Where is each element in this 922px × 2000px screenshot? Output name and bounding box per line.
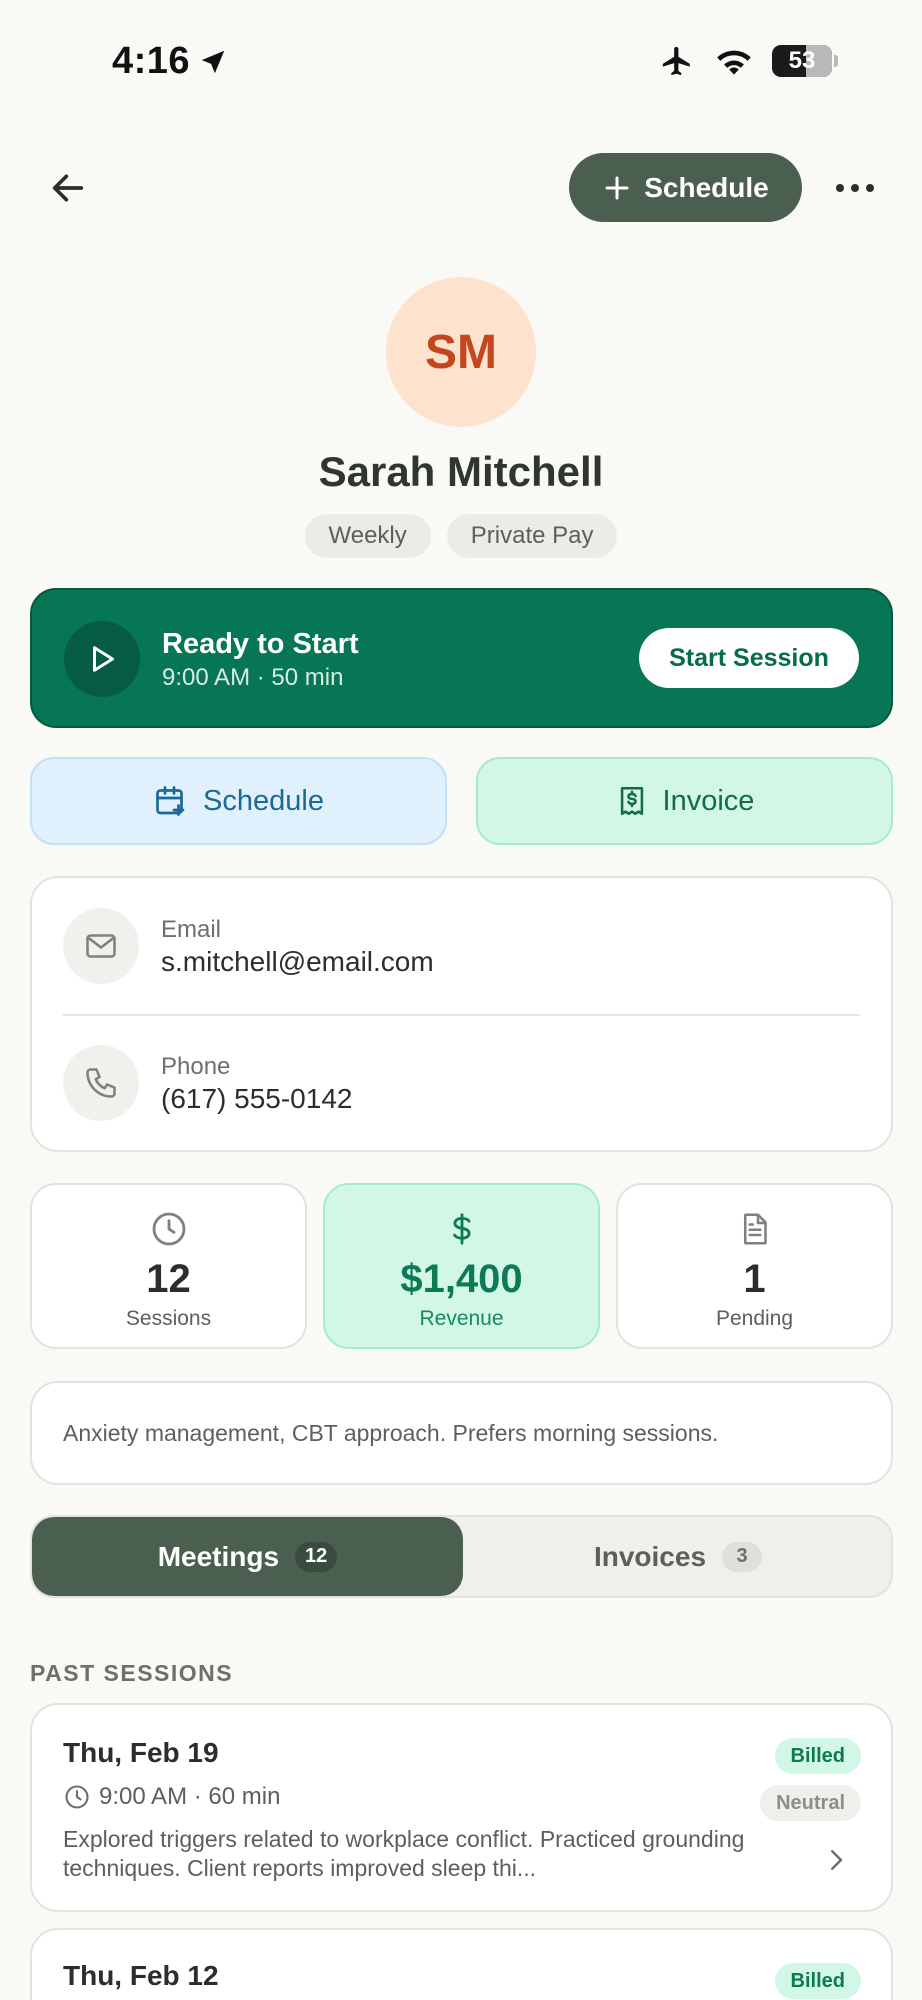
invoice-action-button[interactable]: Invoice [476,757,893,845]
chevron-right-icon [831,1850,843,1870]
clock-icon [152,1212,185,1246]
battery-cap [834,55,838,67]
ready-to-start-banner: Ready to Start 9:00 AM · 50 min Start Se… [30,588,893,728]
stat-pending: 1 Pending [616,1183,893,1349]
back-button[interactable] [40,160,96,216]
mail-icon [86,934,116,958]
client-notes[interactable]: Anxiety management, CBT approach. Prefer… [30,1381,893,1485]
client-tags: Weekly Private Pay [0,514,922,558]
session-date: Thu, Feb 12 [63,1960,219,1991]
contact-card: Email s.mitchell@email.com Phone (617) 5… [30,876,893,1152]
battery-indicator: 53 [772,45,832,77]
email-icon-circle [63,908,139,984]
tab-invoices-count: 3 [722,1541,763,1572]
clock-icon [65,1785,89,1809]
avatar-initials: SM [425,325,497,379]
battery-level: 53 [788,47,816,74]
session-date: Thu, Feb 19 [63,1737,219,1768]
tag-payment: Private Pay [446,514,618,558]
start-session-button[interactable]: Start Session [639,628,859,688]
stat-sessions: 12 Sessions [30,1183,307,1349]
tab-bar: Meetings 12 Invoices 3 [30,1515,893,1598]
stat-pending-label: Pending [715,1307,794,1330]
schedule-action-button[interactable]: Schedule [30,757,447,845]
session-time: 9:00 AM · 60 min [63,1783,280,1811]
stat-revenue-label: Revenue [419,1307,504,1330]
session-card[interactable]: Thu, Feb 12 Billed [30,1928,893,2000]
ready-subtitle: 9:00 AM · 50 min [162,664,344,691]
receipt-dollar-icon [620,786,643,816]
play-button[interactable] [64,621,140,697]
status-bar: 4:16 53 [0,0,922,120]
airplane-icon [662,46,690,76]
phone-label: Phone [161,1053,231,1080]
stat-pending-value: 1 [743,1257,766,1301]
stat-revenue-value: $1,400 [400,1257,523,1301]
document-icon [743,1213,767,1245]
email-label: Email [161,916,222,943]
invoice-action-label: Invoice [662,784,755,817]
status-time-text: 4:16 [112,40,191,82]
billed-badge: Billed [774,1738,861,1774]
wifi-icon [717,50,751,75]
avatar: SM [386,277,536,427]
email-value[interactable]: s.mitchell@email.com [161,946,434,978]
arrow-left-icon [52,174,84,202]
plus-icon [605,176,629,199]
tab-meetings-count: 12 [295,1541,338,1572]
tab-invoices[interactable]: Invoices 3 [463,1517,891,1596]
status-indicators: 53 [658,44,838,78]
tab-meetings-label: Meetings [157,1540,280,1572]
past-sessions-heading: PAST SESSIONS [30,1660,234,1686]
stat-sessions-label: Sessions [125,1307,212,1330]
phone-icon-circle [63,1045,139,1121]
session-time-text: 9:00 AM · 60 min [99,1783,281,1810]
location-arrow-icon [201,50,225,73]
stat-sessions-value: 12 [146,1257,191,1301]
phone-icon [86,1068,116,1098]
tag-frequency: Weekly [304,514,431,558]
phone-value[interactable]: (617) 555-0142 [161,1083,352,1115]
more-options-button[interactable] [830,168,880,208]
schedule-button[interactable]: Schedule [569,153,802,222]
session-card[interactable]: Thu, Feb 19 9:00 AM · 60 min Explored tr… [30,1703,893,1912]
calendar-plus-icon [156,786,185,816]
dollar-icon [452,1213,471,1245]
status-time: 4:16 [112,40,228,83]
tab-invoices-label: Invoices [593,1540,707,1572]
schedule-button-label: Schedule [644,171,769,203]
schedule-action-label: Schedule [203,784,324,817]
play-icon [93,646,114,672]
stat-revenue: $1,400 Revenue [323,1183,600,1349]
contact-divider [63,1014,860,1016]
more-dots-icon [836,184,844,192]
session-description: Explored triggers related to workplace c… [63,1826,745,1881]
client-detail-screen: 4:16 53 Schedule SM Sarah Mitchell Weekl… [0,0,922,2000]
client-name: Sarah Mitchell [318,448,604,495]
tab-meetings[interactable]: Meetings 12 [32,1517,463,1596]
billed-badge: Billed [774,1963,861,1999]
ready-title: Ready to Start [162,628,359,660]
mood-badge: Neutral [760,1785,861,1821]
